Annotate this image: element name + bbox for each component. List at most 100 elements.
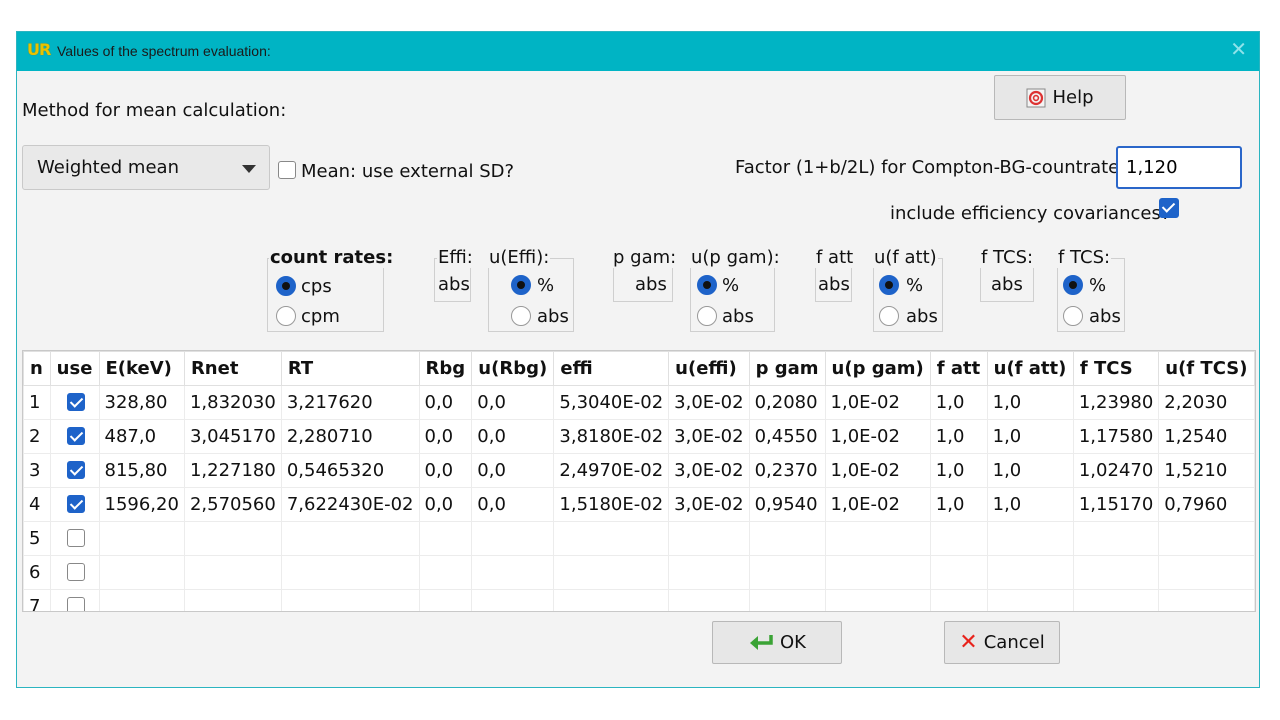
table-cell[interactable]: 1,0 [929, 419, 988, 454]
table-cell[interactable]: 1,23980 [1072, 385, 1160, 420]
cancel-button[interactable]: ✕ Cancel [944, 621, 1060, 664]
u-p-gam-percent-radio[interactable] [697, 275, 717, 295]
table-cell[interactable]: 1,0 [986, 487, 1074, 522]
table-cell[interactable]: 1,2540 [1158, 419, 1255, 454]
table-cell[interactable] [553, 555, 670, 590]
column-header-u-rbg[interactable]: u(Rbg) [471, 351, 555, 386]
table-cell[interactable] [929, 589, 988, 611]
table-cell[interactable]: 2,4970E-02 [553, 453, 670, 488]
column-header-f-att[interactable]: f att [929, 351, 988, 386]
table-cell[interactable] [1158, 555, 1255, 590]
use-checkbox[interactable] [66, 597, 85, 611]
table-cell[interactable]: 1,0 [929, 453, 988, 488]
u-f-att-percent-radio[interactable] [879, 275, 899, 295]
use-checkbox[interactable] [66, 393, 85, 411]
values-grid[interactable]: n use E(keV) Rnet RT Rbg u(Rbg) effi u(effi) p ga… [22, 350, 1256, 612]
column-header-rnet[interactable]: Rnet [183, 351, 282, 386]
table-cell[interactable] [668, 521, 750, 556]
column-header-e-kev[interactable]: E(keV) [98, 351, 185, 386]
table-cell[interactable]: 1,0 [929, 487, 988, 522]
table-cell[interactable]: 5,3040E-02 [553, 385, 670, 420]
table-cell[interactable] [824, 589, 931, 611]
table-cell[interactable]: 1,832030 [183, 385, 282, 420]
table-cell[interactable]: 0,7960 [1158, 487, 1255, 522]
table-cell[interactable]: 1,0E-02 [824, 419, 931, 454]
use-checkbox[interactable] [66, 495, 85, 513]
table-cell[interactable] [1072, 589, 1160, 611]
u-f-tcs-abs-radio[interactable] [1063, 306, 1083, 326]
table-cell[interactable]: 3,045170 [183, 419, 282, 454]
table-cell[interactable] [280, 521, 420, 556]
column-header-f-tcs[interactable]: f TCS [1072, 351, 1160, 386]
table-cell[interactable] [418, 521, 473, 556]
table-cell[interactable] [553, 589, 670, 611]
table-cell[interactable]: 1,17580 [1072, 419, 1160, 454]
table-cell[interactable]: 2,570560 [183, 487, 282, 522]
table-cell[interactable] [280, 555, 420, 590]
table-cell[interactable] [183, 555, 282, 590]
cpm-radio[interactable] [276, 306, 296, 326]
table-cell[interactable] [748, 589, 826, 611]
table-cell[interactable] [98, 555, 185, 590]
table-cell[interactable] [668, 555, 750, 590]
table-cell[interactable]: 1,0 [986, 385, 1074, 420]
table-cell[interactable]: 7,622430E-02 [280, 487, 420, 522]
column-header-u-p-gam[interactable]: u(p gam) [824, 351, 931, 386]
method-select[interactable]: Weighted mean [22, 145, 270, 190]
table-cell[interactable]: 0,0 [418, 487, 473, 522]
covariances-checkbox[interactable] [1159, 198, 1179, 218]
use-checkbox[interactable] [66, 563, 85, 581]
close-icon[interactable]: ✕ [1230, 37, 1247, 61]
table-cell[interactable]: 1,0 [986, 453, 1074, 488]
table-cell[interactable]: 1,0 [929, 385, 988, 420]
table-cell[interactable]: 1596,20 [98, 487, 185, 522]
u-p-gam-abs-radio[interactable] [697, 306, 717, 326]
table-cell[interactable]: 1,0E-02 [824, 487, 931, 522]
table-cell[interactable] [824, 521, 931, 556]
table-cell[interactable] [471, 555, 555, 590]
column-header-p-gam[interactable]: p gam [748, 351, 826, 386]
table-cell[interactable] [280, 589, 420, 611]
table-cell[interactable] [748, 555, 826, 590]
column-header-effi[interactable]: effi [553, 351, 670, 386]
table-cell[interactable]: 0,0 [471, 419, 555, 454]
table-cell[interactable]: 0,0 [471, 453, 555, 488]
u-effi-percent-radio[interactable] [511, 275, 531, 295]
table-cell[interactable]: 0,0 [418, 385, 473, 420]
table-cell[interactable] [668, 589, 750, 611]
table-cell[interactable]: 3,8180E-02 [553, 419, 670, 454]
table-cell[interactable]: 487,0 [98, 419, 185, 454]
table-cell[interactable] [418, 589, 473, 611]
factor-input[interactable] [1116, 146, 1242, 189]
table-cell[interactable]: 1,5180E-02 [553, 487, 670, 522]
table-cell[interactable]: 0,2370 [748, 453, 826, 488]
column-header-rbg[interactable]: Rbg [418, 351, 473, 386]
table-cell[interactable] [748, 521, 826, 556]
table-cell[interactable]: 3,0E-02 [668, 385, 750, 420]
table-cell[interactable] [418, 555, 473, 590]
table-cell[interactable]: 1,0E-02 [824, 453, 931, 488]
table-cell[interactable] [986, 521, 1074, 556]
table-cell[interactable]: 0,0 [471, 487, 555, 522]
table-cell[interactable]: 3,0E-02 [668, 487, 750, 522]
column-header-use[interactable]: use [49, 351, 100, 386]
external-sd-checkbox[interactable] [278, 161, 296, 179]
table-cell[interactable] [98, 521, 185, 556]
table-cell[interactable] [1158, 589, 1255, 611]
table-cell[interactable] [1158, 521, 1255, 556]
table-cell[interactable] [929, 521, 988, 556]
table-cell[interactable] [553, 521, 670, 556]
table-cell[interactable]: 1,0 [986, 419, 1074, 454]
column-header-rt[interactable]: RT [280, 351, 420, 386]
column-header-u-f-att[interactable]: u(f att) [986, 351, 1074, 386]
u-f-att-abs-radio[interactable] [879, 306, 899, 326]
u-effi-abs-radio[interactable] [511, 306, 531, 326]
title-bar[interactable]: UR Values of the spectrum evaluation: ✕ [17, 32, 1259, 71]
use-checkbox[interactable] [66, 529, 85, 547]
table-cell[interactable]: 815,80 [98, 453, 185, 488]
table-cell[interactable] [1072, 555, 1160, 590]
table-cell[interactable]: 0,0 [418, 453, 473, 488]
table-cell[interactable]: 1,5210 [1158, 453, 1255, 488]
column-header-u-f-tcs[interactable]: u(f TCS) [1158, 351, 1255, 386]
table-cell[interactable]: 3,0E-02 [668, 453, 750, 488]
